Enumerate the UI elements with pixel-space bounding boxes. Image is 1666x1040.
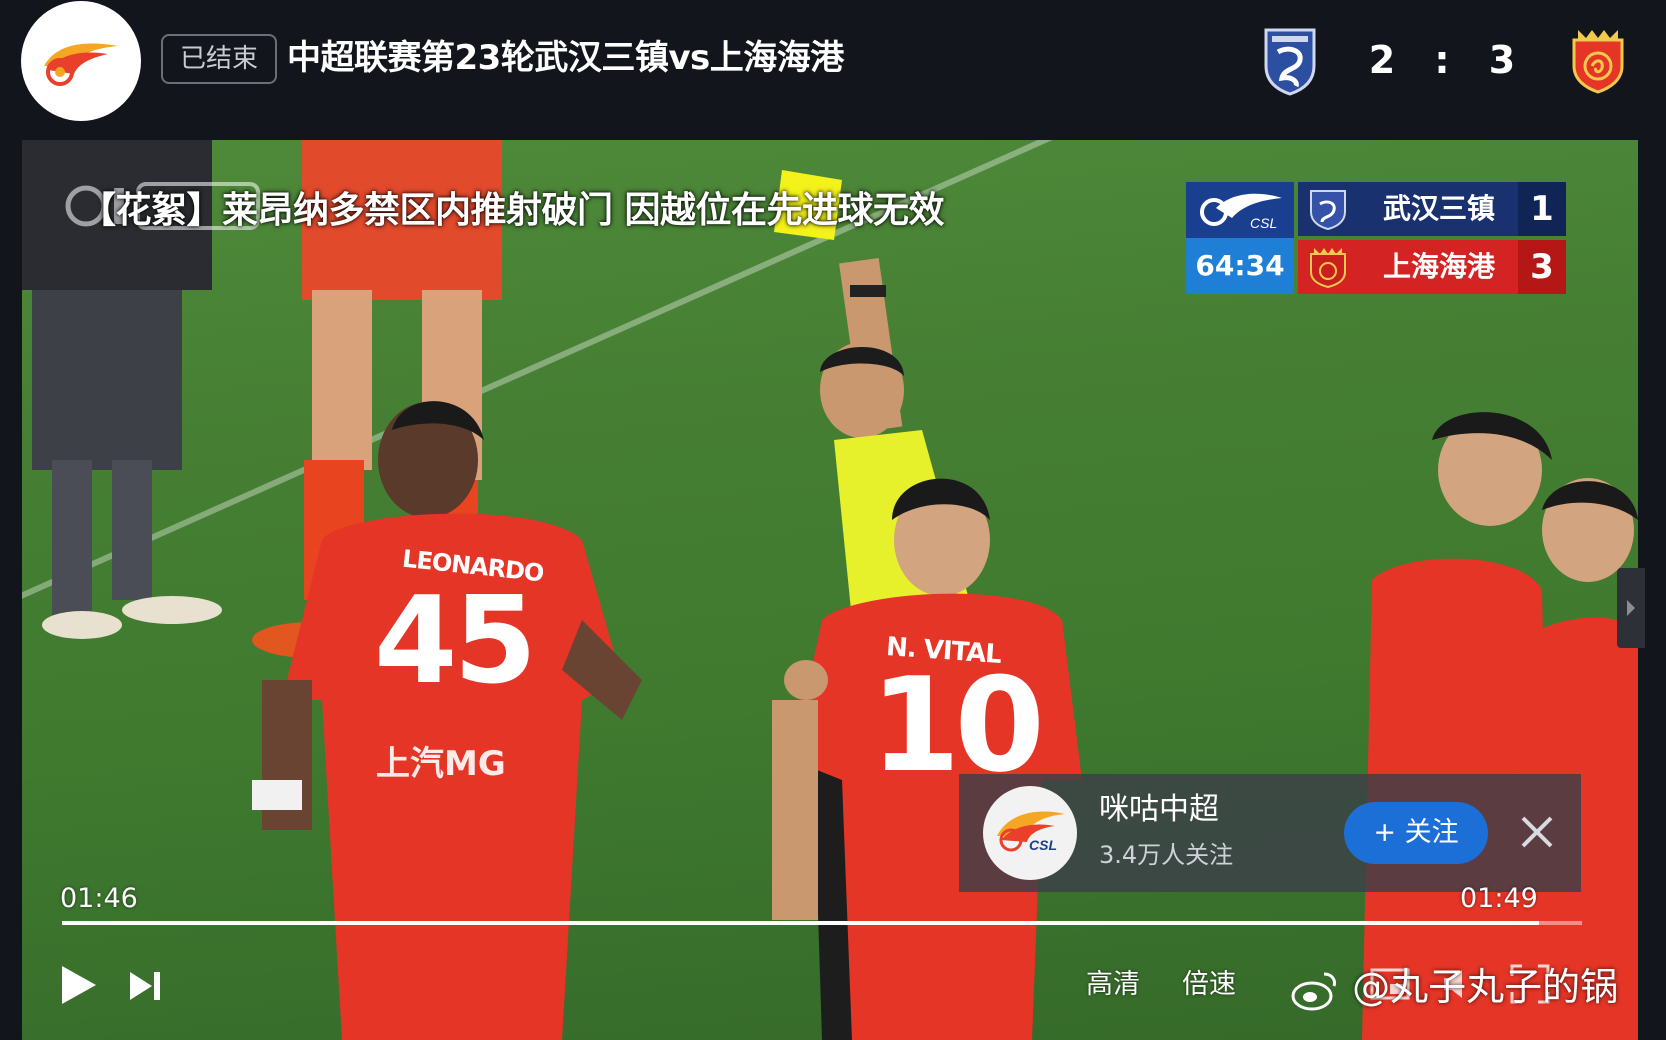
- video-player[interactable]: LEONARDO 45 上汽MG N. VITAL 10 【花絮】莱昂纳多禁区内…: [22, 140, 1638, 1040]
- jersey-45-sponsor: 上汽MG: [376, 744, 506, 784]
- channel-avatar[interactable]: CSL: [983, 786, 1077, 880]
- next-icon[interactable]: [126, 968, 166, 1004]
- match-status-badge: 已结束: [161, 34, 277, 84]
- follow-card: CSL 咪咕中超 3.4万人关注 + 关注: [959, 774, 1581, 892]
- weibo-credit-watermark: @丸子丸子的锅: [1290, 960, 1618, 1014]
- home-score: 2: [1368, 38, 1396, 82]
- chevron-right-icon: [1627, 600, 1635, 616]
- csl-flame-icon: [44, 43, 118, 86]
- csl-scoreboard-text: CSL: [1250, 215, 1277, 231]
- close-icon[interactable]: [1515, 810, 1559, 854]
- on-screen-scoreboard: CSL 64:34 武汉三镇 1 上海海港 3: [1186, 182, 1566, 294]
- scoreboard-away-row: 上海海港 3: [1298, 240, 1566, 294]
- csl-avatar-icon: CSL: [997, 811, 1065, 853]
- jersey-10-number: 10: [870, 649, 1045, 801]
- match-header: 已结束 中超联赛第23轮武汉三镇vs上海海港 2 : 3: [0, 0, 1666, 132]
- side-panel-handle[interactable]: [1617, 568, 1645, 648]
- jersey-45-number: 45: [374, 572, 537, 711]
- weibo-credit-text: @丸子丸子的锅: [1352, 965, 1619, 1009]
- shanghai-port-crest-icon: [1568, 26, 1628, 94]
- shanghai-mini-crest-icon: [1310, 248, 1346, 288]
- match-title: 中超联赛第23轮武汉三镇vs上海海港: [287, 38, 844, 78]
- csl-logo[interactable]: [21, 1, 141, 121]
- follower-count: 3.4万人关注: [1099, 841, 1234, 869]
- match-clock: 64:34: [1195, 249, 1285, 282]
- home-team-goals: 1: [1518, 182, 1566, 236]
- weibo-icon: [1291, 972, 1336, 1010]
- wuhan-crest-icon: [1262, 26, 1318, 96]
- follow-button[interactable]: + 关注: [1344, 802, 1488, 864]
- score-separator: :: [1434, 38, 1450, 82]
- video-caption: 【花絮】莱昂纳多禁区内推射破门 因越位在先进球无效: [80, 190, 945, 231]
- quality-button[interactable]: 高清: [1086, 966, 1140, 1004]
- current-time: 01:46: [60, 883, 138, 914]
- away-team-goals: 3: [1518, 240, 1566, 294]
- channel-name[interactable]: 咪咕中超: [1099, 790, 1219, 830]
- csl-scoreboard-logo: CSL: [1186, 182, 1294, 238]
- total-time: 01:49: [1460, 883, 1538, 914]
- avatar-csl-text: CSL: [1029, 837, 1057, 853]
- progress-bar[interactable]: [62, 921, 1582, 925]
- play-icon[interactable]: [56, 962, 100, 1008]
- away-team-name: 上海海港: [1382, 250, 1495, 283]
- wuhan-mini-crest-icon: [1310, 190, 1346, 230]
- progress-fill: [62, 921, 1540, 925]
- away-score: 3: [1488, 38, 1516, 82]
- speed-button[interactable]: 倍速: [1182, 966, 1236, 1004]
- scoreboard-home-row: 武汉三镇 1: [1298, 182, 1566, 236]
- home-team-name: 武汉三镇: [1382, 192, 1495, 225]
